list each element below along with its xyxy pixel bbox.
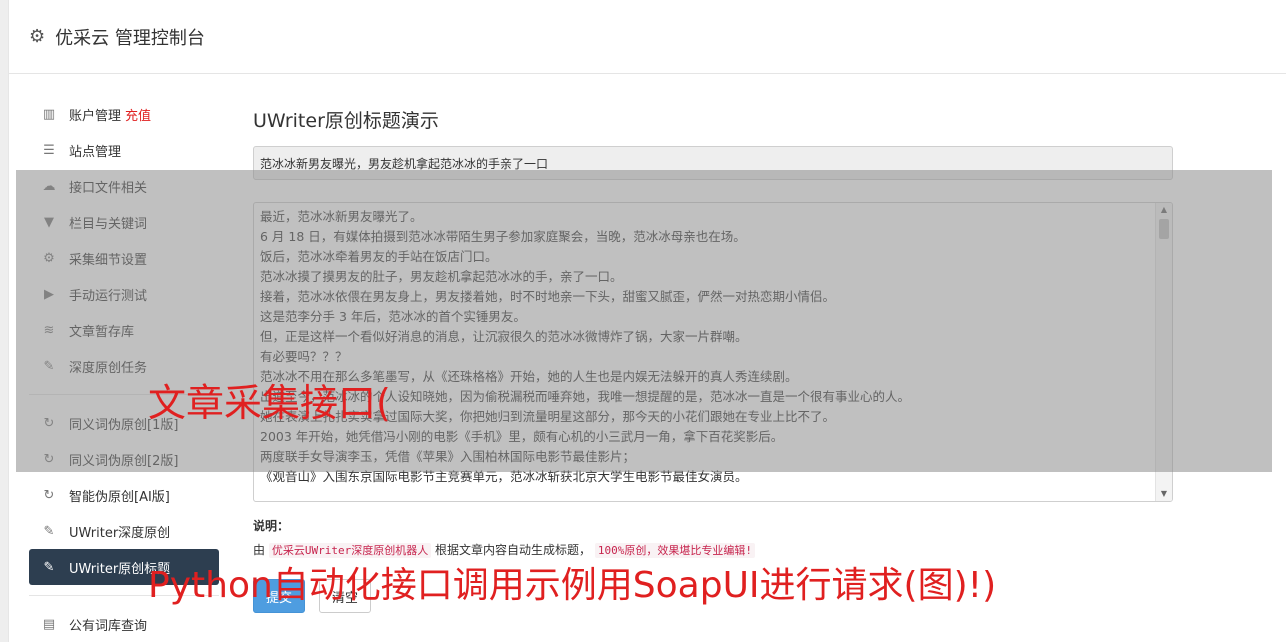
description: 说明： 由 优采云UWriter深度原创机器人 根据文章内容自动生成标题， 10… <box>253 516 1173 561</box>
book-icon: ▤ <box>42 616 56 632</box>
content-line: 范冰冰摸了摸男友的肚子，男友趁机拿起范冰冰的手，亲了一口。 <box>260 269 623 284</box>
sidebar-item-label: 智能伪原创[AI版] <box>69 489 170 505</box>
sidebar-item-label: 站点管理 <box>69 144 122 160</box>
content-line: 最近，范冰冰新男友曝光了。 <box>260 209 423 224</box>
refresh-icon: ↻ <box>43 451 55 467</box>
content-line: 2003 年开始，她凭借冯小刚的电影《手机》里，颇有心机的小三武月一角，拿下百花… <box>260 429 784 444</box>
sidebar-item-label: 手动运行测试 <box>69 288 148 304</box>
sidebar-item[interactable]: ☰ 站点管理 <box>29 132 219 168</box>
sidebar-item[interactable]: ✎ UWriter深度原创 <box>29 513 219 549</box>
sidebar-item-label: 采集细节设置 <box>69 252 148 268</box>
refresh-icon: ↻ <box>43 415 55 431</box>
sidebar-item-label: 接口文件相关 <box>69 180 148 196</box>
content-line: 接着，范冰冰依偎在男友身上，男友搂着她，时不时地亲一下头，甜蜜又腻歪，俨然一对热… <box>260 289 836 304</box>
sidebar-item-label: UWriter深度原创 <box>69 525 171 541</box>
bar-chart-icon: ▥ <box>42 106 56 122</box>
content-line: 饭后，范冰冰牵着男友的手站在饭店门口。 <box>260 249 498 264</box>
sidebar-item-label: 文章暂存库 <box>69 324 135 340</box>
content-line: 她在表演上扎扎实实拿过国际大奖，你把她归到流量明星这部分，那今天的小花们跟她在专… <box>260 409 836 424</box>
recharge-link[interactable]: 充值 <box>125 105 151 124</box>
sidebar-item[interactable]: ≋ 文章暂存库 <box>29 312 219 348</box>
sidebar-item[interactable]: ▼ 栏目与关键词 <box>29 204 219 240</box>
content-line: 6 月 18 日，有媒体拍摄到范冰冰带陌生男子参加家庭聚会，当晚，范冰冰母亲也在… <box>260 229 746 244</box>
sidebar-item[interactable]: ▤ 公有词库查询 <box>29 606 219 642</box>
sidebar-item[interactable]: ⚙ 采集细节设置 <box>29 240 219 276</box>
sidebar-item-label: 深度原创任务 <box>69 360 148 376</box>
page: ⚙ 优采云 管理控制台 ▥ 账户管理 充值 ☰ 站点管理 ☁ 接口文件相关 ▼ 栏目与关键词 ⚙ 采… <box>8 0 1286 642</box>
watermark-text-top: 文章采集接口( <box>148 381 391 425</box>
description-middle: 根据文章内容自动生成标题， <box>435 543 592 557</box>
server-icon: ☰ <box>43 142 55 158</box>
sidebar-item[interactable]: ▥ 账户管理 充值 <box>29 96 219 132</box>
sidebar-item-label: 同义词伪原创[2版] <box>69 453 179 469</box>
app-header: ⚙ 优采云 管理控制台 <box>9 0 1286 74</box>
edit-icon: ✎ <box>43 559 55 575</box>
content-line: 有必要吗？？？ <box>260 349 348 364</box>
main-content: UWriter原创标题演示 最近，范冰冰新男友曝光了。 6 月 18 日，有媒体拍… <box>253 96 1173 613</box>
scroll-thumb[interactable] <box>1159 219 1169 239</box>
filter-icon: ▼ <box>44 214 54 230</box>
scroll-up-icon[interactable]: ▲ <box>1156 203 1172 217</box>
edit-icon: ✎ <box>43 358 55 374</box>
refresh-icon: ↻ <box>43 487 55 503</box>
sidebar-item[interactable]: ↻ 智能伪原创[AI版] <box>29 477 219 513</box>
play-circle-icon: ▶ <box>44 286 54 302</box>
gears-icon: ⚙ <box>43 250 55 266</box>
sidebar-item[interactable]: ☁ 接口文件相关 <box>29 168 219 204</box>
content-line: 出道至今，范冰冰的个人设知晓她，因为偷税漏税而唾弃她，我唯一想提醒的是，范冰冰一… <box>260 389 911 404</box>
title-input[interactable] <box>253 146 1173 180</box>
content-scrollbar[interactable]: ▲ ▼ <box>1155 203 1172 501</box>
content-line: 《观音山》入围东京国际电影节主竞赛单元，范冰冰斩获北京大学生电影节最佳女演员。 <box>260 469 748 484</box>
content-line: 范冰冰不用在那么多笔墨写，从《还珠格格》开始，她的人生也是内娱无法躲开的真人秀连… <box>260 369 798 384</box>
sidebar-item[interactable]: ▶ 手动运行测试 <box>29 276 219 312</box>
app-title: 优采云 管理控制台 <box>55 27 205 49</box>
description-prefix: 由 <box>253 543 266 557</box>
edit-icon: ✎ <box>43 523 55 539</box>
sidebar-item-label: 栏目与关键词 <box>69 216 148 232</box>
watermark-text-bottom: Python自动化接口调用示例用SoapUI进行请求(图)!) <box>148 565 997 606</box>
sidebar-item[interactable]: ↻ 同义词伪原创[2版] <box>29 441 219 477</box>
sidebar-item-label: 公有词库查询 <box>69 618 148 634</box>
content-line: 但，正是这样一个看似好消息的消息，让沉寂很久的范冰冰微博炸了锅，大家一片群嘲。 <box>260 329 748 344</box>
sidebar-item-label: 账户管理 <box>69 108 122 124</box>
description-label: 说明： <box>253 519 290 533</box>
content-text: 最近，范冰冰新男友曝光了。 6 月 18 日，有媒体拍摄到范冰冰带陌生男子参加家庭… <box>254 203 1172 487</box>
database-icon: ≋ <box>43 322 55 338</box>
cloud-upload-icon: ☁ <box>42 178 56 194</box>
scroll-down-icon[interactable]: ▼ <box>1156 487 1172 501</box>
content-line: 这是范李分手 3 年后，范冰冰的首个实锤男友。 <box>260 309 526 324</box>
content-textarea[interactable]: 最近，范冰冰新男友曝光了。 6 月 18 日，有媒体拍摄到范冰冰带陌生男子参加家庭… <box>253 202 1173 502</box>
gear-icon: ⚙ <box>29 26 46 47</box>
content-line: 两度联手女导演李玉，凭借《苹果》入围柏林国际电影节最佳影片； <box>260 449 636 464</box>
page-title: UWriter原创标题演示 <box>253 110 439 132</box>
